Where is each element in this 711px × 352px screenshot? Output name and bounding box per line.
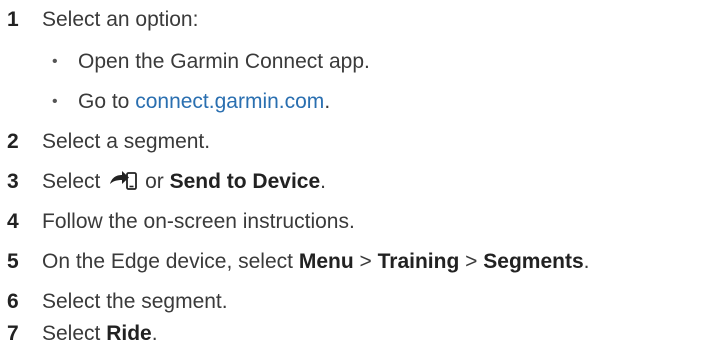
option-suffix: . xyxy=(324,90,331,113)
step-text: Select a segment. xyxy=(42,130,211,153)
step-suffix: . xyxy=(320,170,326,193)
step-text: Follow the on-screen instructions. xyxy=(42,210,355,233)
instruction-steps: 1 Select an option: • Open the Garmin Co… xyxy=(0,0,711,352)
step-text: On the Edge device, select Menu > Traini… xyxy=(42,244,589,280)
step-text: Select Ride. xyxy=(42,316,158,352)
step-prefix: Select xyxy=(42,322,101,345)
step-suffix: . xyxy=(151,322,158,345)
step-prefix: Select xyxy=(42,170,101,193)
step-prefix: On the Edge device, select xyxy=(42,250,293,273)
menu-label: Menu xyxy=(298,250,354,273)
training-label: Training xyxy=(377,250,460,273)
step-number: 7 xyxy=(7,322,19,345)
bullet: • xyxy=(52,53,58,70)
step-text: Select an option: xyxy=(42,8,199,31)
step-text: Select or Send to Device. xyxy=(42,164,326,200)
step-number: 4 xyxy=(7,210,19,233)
step-suffix: . xyxy=(583,250,590,273)
step-text: Select the segment. xyxy=(42,290,228,313)
segments-label: Segments xyxy=(483,250,584,273)
send-to-device-label: Send to Device xyxy=(169,170,321,193)
step-number: 6 xyxy=(7,290,19,313)
option-text: Open the Garmin Connect app. xyxy=(78,50,370,73)
option-prefix: Go to xyxy=(78,90,130,113)
step-number: 2 xyxy=(7,130,19,153)
bullet: • xyxy=(52,93,58,110)
send-to-phone-icon xyxy=(110,171,138,190)
step-or: or xyxy=(145,170,164,193)
step-number: 1 xyxy=(7,8,19,31)
ride-label: Ride xyxy=(106,322,152,345)
option-text: Go to connect.garmin.com. xyxy=(78,84,330,120)
connect-garmin-link[interactable]: connect.garmin.com xyxy=(135,90,324,113)
step-number: 3 xyxy=(7,170,19,193)
separator: > xyxy=(465,250,478,273)
separator: > xyxy=(359,250,372,273)
step-number: 5 xyxy=(7,250,19,273)
